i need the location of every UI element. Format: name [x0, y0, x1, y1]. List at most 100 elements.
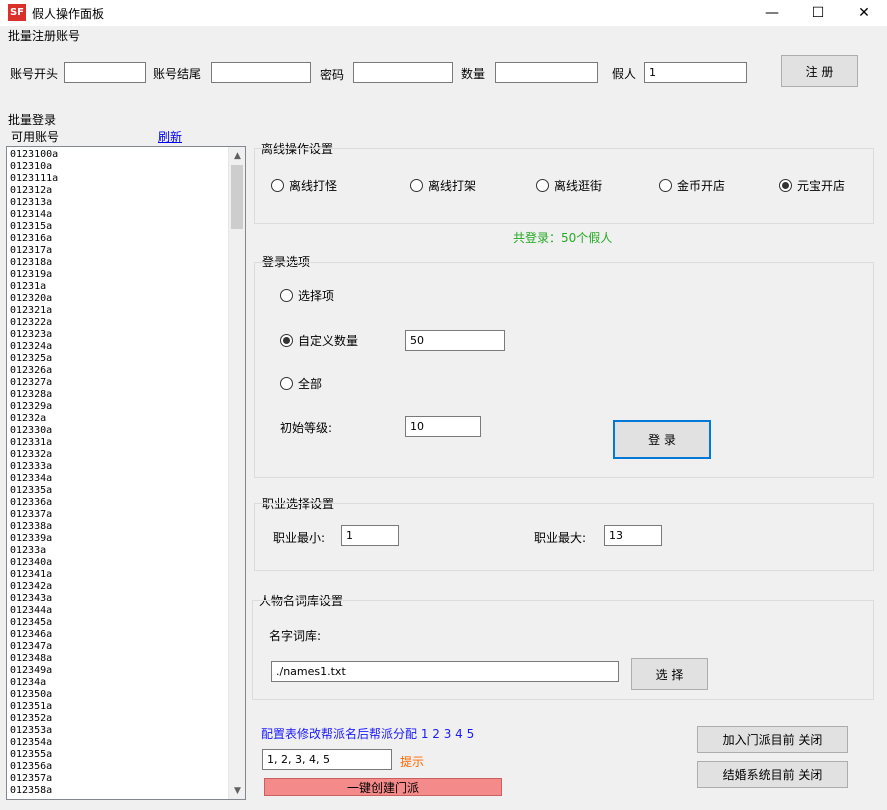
- radio-custom-count[interactable]: 自定义数量: [280, 332, 358, 349]
- radio-yuanbao-shop[interactable]: 元宝开店: [779, 177, 845, 194]
- password-input[interactable]: [353, 62, 453, 83]
- account-list-scrollbar[interactable]: ▲ ▼: [228, 147, 245, 799]
- count-input[interactable]: [495, 62, 598, 83]
- list-item[interactable]: 012327a: [10, 377, 228, 389]
- radio-circle[interactable]: [410, 179, 423, 192]
- radio-circle[interactable]: [271, 179, 284, 192]
- radio-select-items[interactable]: 选择项: [280, 287, 334, 304]
- fake-input[interactable]: 1: [644, 62, 747, 83]
- list-item[interactable]: 012331a: [10, 437, 228, 449]
- suffix-input[interactable]: [211, 62, 311, 83]
- list-item[interactable]: 012328a: [10, 389, 228, 401]
- maximize-icon[interactable]: ☐: [795, 0, 841, 26]
- list-item[interactable]: 012320a: [10, 293, 228, 305]
- title-bar[interactable]: SF 假人操作面板 — ☐ ✕: [0, 0, 887, 26]
- list-item[interactable]: 012317a: [10, 245, 228, 257]
- list-item[interactable]: 012357a: [10, 773, 228, 785]
- account-listbox[interactable]: 0123100a 012310a 0123111a 012312a 012313a 012…: [6, 146, 246, 800]
- close-icon[interactable]: ✕: [841, 0, 887, 26]
- list-item[interactable]: 012313a: [10, 197, 228, 209]
- radio-circle[interactable]: [280, 377, 293, 390]
- prefix-input[interactable]: [64, 62, 146, 83]
- list-item[interactable]: 012324a: [10, 341, 228, 353]
- list-item[interactable]: 012312a: [10, 185, 228, 197]
- list-item[interactable]: 012321a: [10, 305, 228, 317]
- scroll-down-icon[interactable]: ▼: [229, 782, 245, 799]
- list-item[interactable]: 012356a: [10, 761, 228, 773]
- scroll-thumb[interactable]: [231, 165, 243, 229]
- name-lib-path-input[interactable]: ./names1.txt: [271, 661, 619, 682]
- marriage-toggle-button[interactable]: 结婚系统目前 关闭: [697, 761, 848, 788]
- list-item[interactable]: 012318a: [10, 257, 228, 269]
- radio-circle-checked[interactable]: [280, 334, 293, 347]
- list-item[interactable]: 012358a: [10, 785, 228, 797]
- list-item[interactable]: 01231a: [10, 281, 228, 293]
- list-item[interactable]: 012332a: [10, 449, 228, 461]
- profession-max-label: 职业最大:: [534, 531, 587, 545]
- create-faction-button[interactable]: 一键创建门派: [264, 778, 502, 796]
- radio-circle[interactable]: [659, 179, 672, 192]
- list-item[interactable]: 012345a: [10, 617, 228, 629]
- minimize-icon[interactable]: —: [749, 0, 795, 26]
- list-item[interactable]: 012341a: [10, 569, 228, 581]
- radio-circle[interactable]: [536, 179, 549, 192]
- list-item[interactable]: 012325a: [10, 353, 228, 365]
- list-item[interactable]: 0123111a: [10, 173, 228, 185]
- profession-max-input[interactable]: 13: [604, 525, 662, 546]
- list-item[interactable]: 0123100a: [10, 149, 228, 161]
- list-item[interactable]: 012333a: [10, 461, 228, 473]
- list-item[interactable]: 012326a: [10, 365, 228, 377]
- scroll-up-icon[interactable]: ▲: [229, 147, 245, 164]
- profession-min-input[interactable]: 1: [341, 525, 399, 546]
- list-item[interactable]: 012336a: [10, 497, 228, 509]
- radio-offline-pvp[interactable]: 离线打架: [410, 177, 476, 194]
- custom-count-input[interactable]: 50: [405, 330, 505, 351]
- radio-label: 选择项: [298, 289, 335, 303]
- radio-circle-checked[interactable]: [779, 179, 792, 192]
- list-item[interactable]: 012346a: [10, 629, 228, 641]
- list-item[interactable]: 012344a: [10, 605, 228, 617]
- list-item[interactable]: 012340a: [10, 557, 228, 569]
- login-button[interactable]: 登 录: [613, 420, 711, 459]
- list-item[interactable]: 012334a: [10, 473, 228, 485]
- list-item[interactable]: 012319a: [10, 269, 228, 281]
- init-level-input[interactable]: 10: [405, 416, 481, 437]
- list-item[interactable]: 012347a: [10, 641, 228, 653]
- list-item[interactable]: 01232a: [10, 413, 228, 425]
- list-item[interactable]: 012342a: [10, 581, 228, 593]
- register-button[interactable]: 注 册: [781, 55, 858, 87]
- list-item[interactable]: 01233a: [10, 545, 228, 557]
- radio-offline-stroll[interactable]: 离线逛街: [536, 177, 602, 194]
- list-item[interactable]: 012350a: [10, 689, 228, 701]
- list-item[interactable]: 012310a: [10, 161, 228, 173]
- list-item[interactable]: 012323a: [10, 329, 228, 341]
- list-item[interactable]: 01234a: [10, 677, 228, 689]
- list-item[interactable]: 012354a: [10, 737, 228, 749]
- list-item[interactable]: 012338a: [10, 521, 228, 533]
- list-item[interactable]: 012314a: [10, 209, 228, 221]
- join-faction-toggle-button[interactable]: 加入门派目前 关闭: [697, 726, 848, 753]
- list-item[interactable]: 012343a: [10, 593, 228, 605]
- list-item[interactable]: 012322a: [10, 317, 228, 329]
- list-item[interactable]: 012330a: [10, 425, 228, 437]
- list-item[interactable]: 012329a: [10, 401, 228, 413]
- list-item[interactable]: 012316a: [10, 233, 228, 245]
- radio-gold-shop[interactable]: 金币开店: [659, 177, 725, 194]
- select-file-button[interactable]: 选 择: [631, 658, 708, 690]
- fake-label: 假人: [612, 67, 637, 81]
- list-item[interactable]: 012353a: [10, 725, 228, 737]
- list-item[interactable]: 012355a: [10, 749, 228, 761]
- list-item[interactable]: 012348a: [10, 653, 228, 665]
- list-item[interactable]: 012351a: [10, 701, 228, 713]
- refresh-link[interactable]: 刷新: [158, 128, 182, 145]
- list-item[interactable]: 012335a: [10, 485, 228, 497]
- list-item[interactable]: 012339a: [10, 533, 228, 545]
- faction-assign-input[interactable]: 1, 2, 3, 4, 5: [262, 749, 392, 770]
- radio-all[interactable]: 全部: [280, 375, 322, 392]
- radio-circle[interactable]: [280, 289, 293, 302]
- radio-offline-fight[interactable]: 离线打怪: [271, 177, 337, 194]
- list-item[interactable]: 012315a: [10, 221, 228, 233]
- list-item[interactable]: 012352a: [10, 713, 228, 725]
- list-item[interactable]: 012349a: [10, 665, 228, 677]
- list-item[interactable]: 012337a: [10, 509, 228, 521]
